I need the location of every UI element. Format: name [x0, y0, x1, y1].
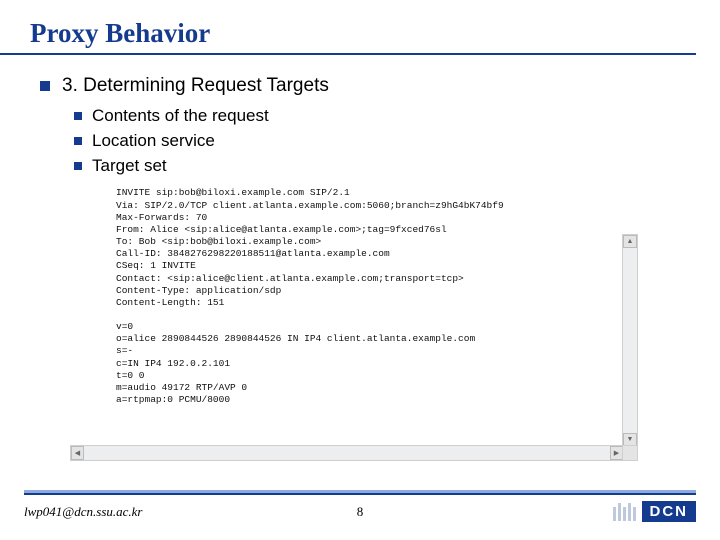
- bullet-text: Target set: [92, 155, 167, 178]
- bullet-square-icon: [74, 162, 82, 170]
- footer-email: lwp041@dcn.ssu.ac.kr: [24, 504, 142, 520]
- scroll-up-icon[interactable]: ▲: [623, 235, 637, 248]
- section-heading: 3. Determining Request Targets: [62, 73, 329, 99]
- scrollbar-horizontal[interactable]: ◀ ▶: [70, 445, 624, 461]
- footer-logo: DCN: [613, 501, 697, 522]
- bullet-level2: Target set: [74, 155, 692, 178]
- logo-text: DCN: [642, 501, 697, 522]
- bullet-text: Location service: [92, 130, 215, 153]
- scroll-left-icon[interactable]: ◀: [71, 446, 84, 460]
- footer-divider: [24, 490, 696, 495]
- page-number: 8: [357, 504, 364, 520]
- bullet-level2: Location service: [74, 130, 692, 153]
- bullet-text: Contents of the request: [92, 105, 269, 128]
- slide-title: Proxy Behavior: [0, 0, 696, 55]
- scroll-corner: [622, 445, 638, 461]
- bullet-level2-group: Contents of the request Location service…: [40, 105, 692, 178]
- scrollbar-vertical[interactable]: ▲ ▼: [622, 234, 638, 447]
- bullet-square-icon: [74, 112, 82, 120]
- bullet-level2: Contents of the request: [74, 105, 692, 128]
- sip-message-block: INVITE sip:bob@biloxi.example.com SIP/2.…: [110, 183, 670, 410]
- bullet-square-icon: [40, 81, 50, 91]
- footer: lwp041@dcn.ssu.ac.kr 8 DCN: [0, 490, 720, 522]
- bullet-level1: 3. Determining Request Targets: [40, 73, 692, 99]
- bullet-square-icon: [74, 137, 82, 145]
- logo-bars-icon: [613, 503, 636, 521]
- slide-content: 3. Determining Request Targets Contents …: [0, 55, 720, 410]
